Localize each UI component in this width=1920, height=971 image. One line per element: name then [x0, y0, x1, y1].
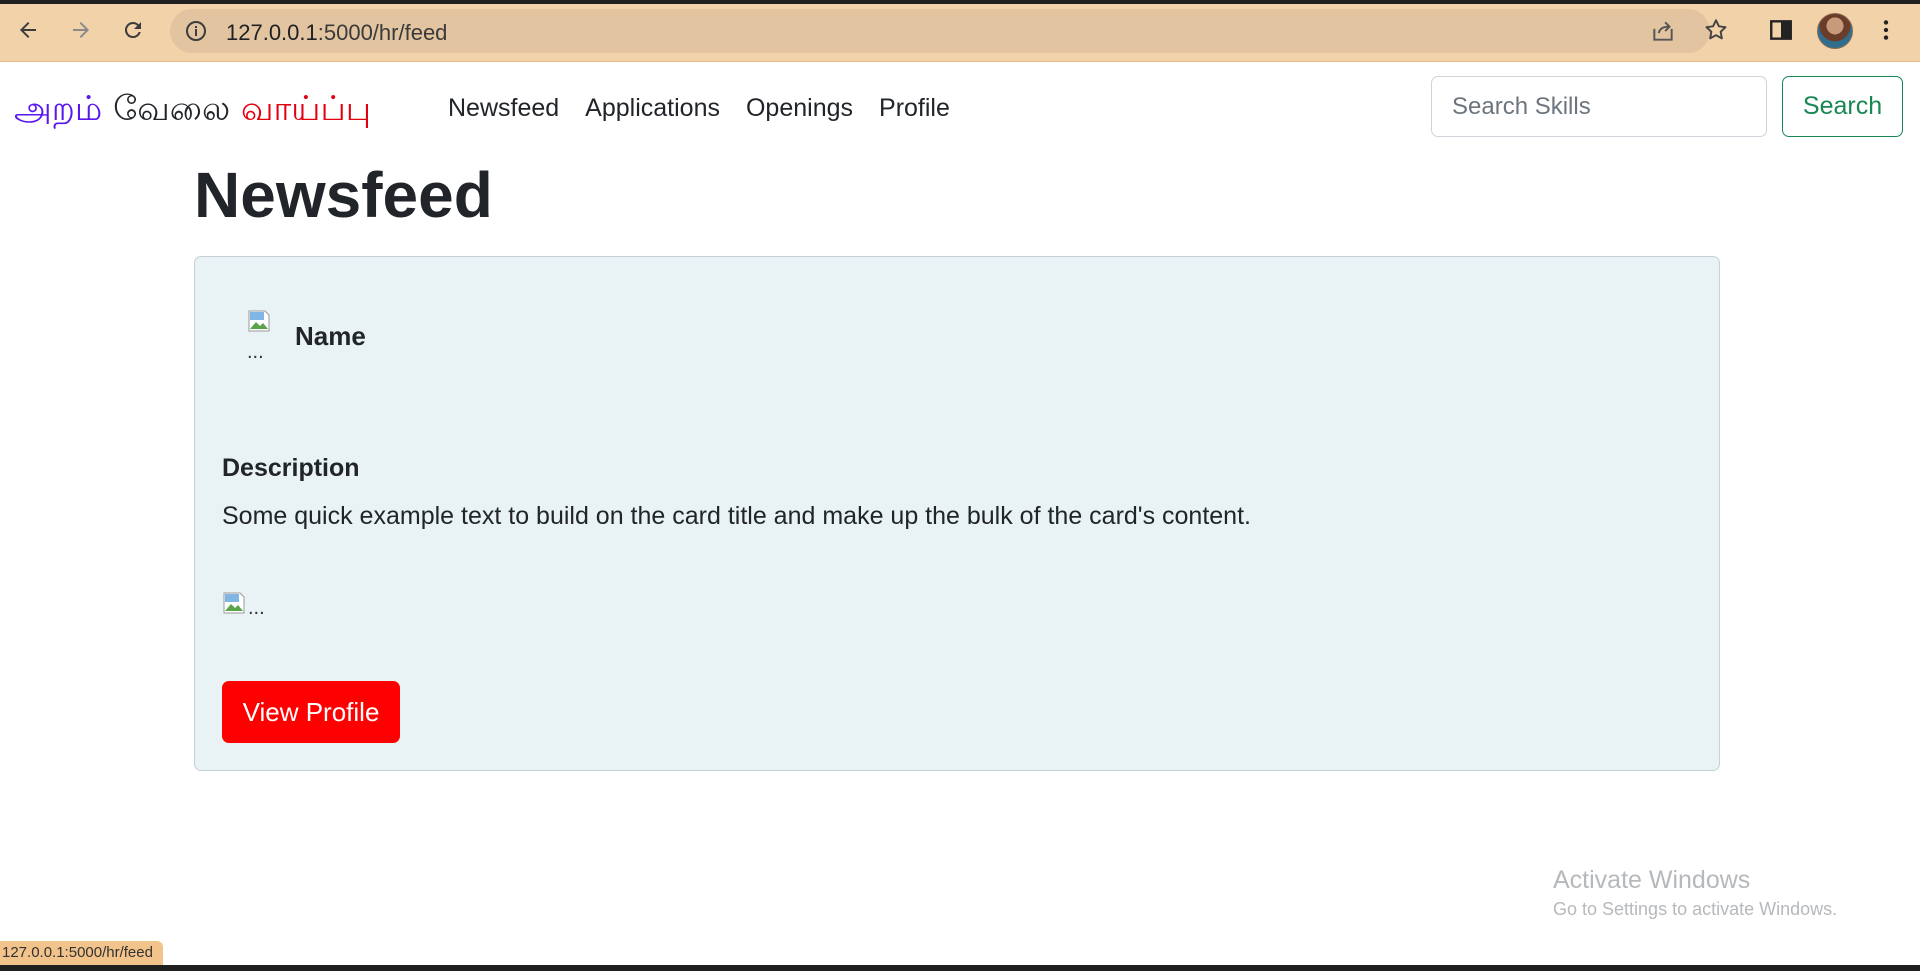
back-arrow-icon [20, 22, 36, 38]
card-description-title: Description [222, 454, 360, 482]
reload-button[interactable] [115, 12, 151, 48]
forward-arrow-icon [73, 22, 89, 38]
brand-word-1: அறம் [14, 89, 103, 129]
profile-avatar[interactable] [1817, 13, 1853, 49]
link-status-bar: 127.0.0.1:5000/hr/feed [0, 941, 163, 965]
activate-windows-subtitle: Go to Settings to activate Windows. [1553, 899, 1838, 919]
address-bar[interactable]: 127.0.0.1:5000/hr/feed [170, 9, 1710, 53]
brand-logo[interactable]: அறம் வேலை வாய்ப்பு [14, 84, 371, 134]
window-edge [0, 0, 1920, 4]
side-panel-icon[interactable] [1768, 17, 1794, 43]
view-profile-button[interactable]: View Profile [222, 681, 400, 743]
url-text: 127.0.0.1:5000/hr/feed [226, 20, 448, 45]
brand-word-2: வேலை [113, 89, 231, 129]
feed-card: ... Name Description Some quick example … [194, 256, 1720, 771]
nav-link-profile[interactable]: Profile [879, 88, 950, 128]
nav-link-newsfeed[interactable]: Newsfeed [448, 88, 559, 128]
page-title: Newsfeed [194, 159, 493, 231]
card-name: Name [295, 321, 366, 351]
nav-link-applications[interactable]: Applications [585, 88, 720, 128]
nav-link-openings[interactable]: Openings [746, 88, 853, 128]
activate-windows-title: Activate Windows [1553, 866, 1751, 894]
bookmark-star-icon[interactable] [1703, 17, 1729, 43]
brand-word-3: வாய்ப்பு [241, 89, 372, 129]
back-button[interactable] [10, 12, 46, 48]
card-text: Some quick example text to build on the … [222, 502, 1251, 530]
share-icon[interactable] [1650, 18, 1676, 44]
reload-icon [124, 21, 141, 38]
post-image-alt-text: ... [248, 597, 265, 619]
broken-image-icon [222, 591, 250, 619]
browser-menu-icon[interactable] [1873, 17, 1899, 43]
forward-button[interactable] [63, 12, 99, 48]
main-nav: Newsfeed Applications Openings Profile [448, 88, 950, 128]
avatar-alt-text: ... [247, 341, 264, 363]
browser-toolbar: 127.0.0.1:5000/hr/feed [0, 0, 1920, 62]
site-info-icon[interactable] [184, 19, 208, 43]
search-skills-input[interactable] [1431, 76, 1767, 137]
broken-image-icon [247, 309, 275, 337]
window-bottom-edge [0, 965, 1920, 971]
search-button[interactable]: Search [1782, 76, 1903, 137]
